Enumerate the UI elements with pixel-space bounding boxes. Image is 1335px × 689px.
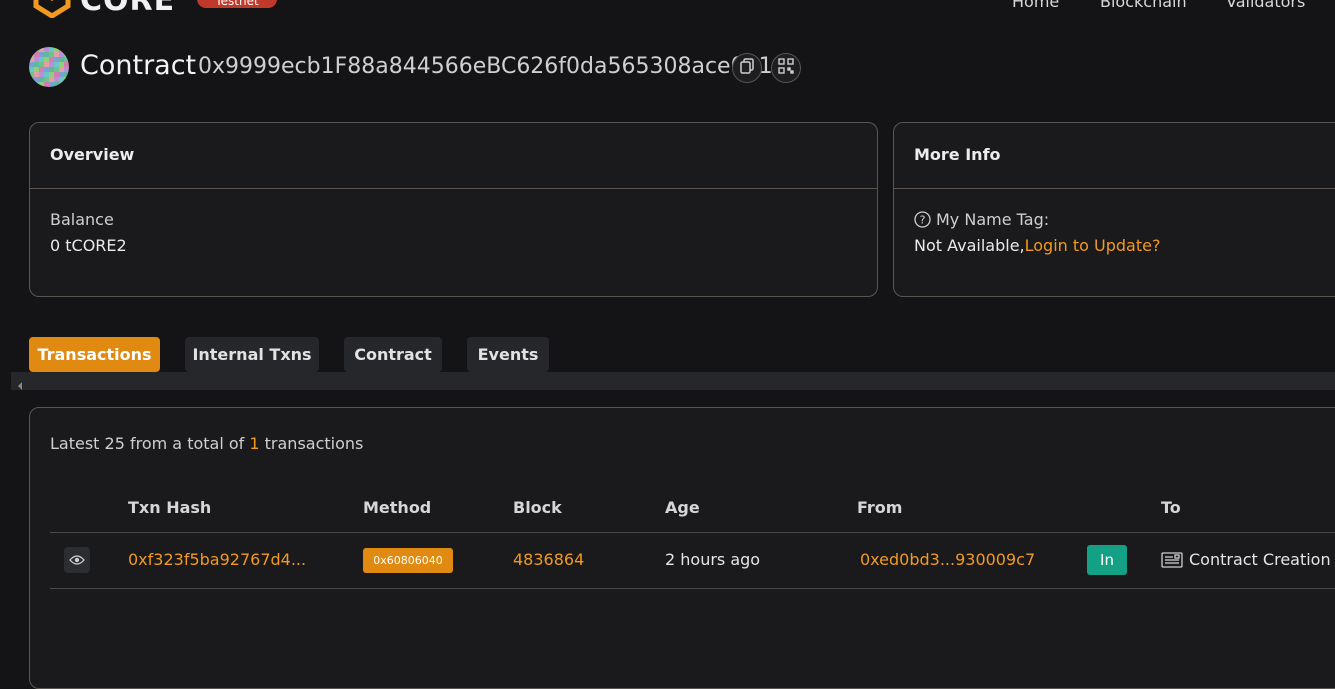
summary-suffix: transactions xyxy=(259,434,364,453)
header-txn-hash: Txn Hash xyxy=(128,498,212,517)
svg-text:?: ? xyxy=(920,214,926,227)
block-link[interactable]: 4836864 xyxy=(513,550,584,570)
more-info-card: More Info ? My Name Tag: Not Available,L… xyxy=(893,122,1335,297)
core-logo-icon[interactable] xyxy=(32,0,72,19)
balance-value: 0 tCORE2 xyxy=(50,236,127,255)
overview-card: Overview Balance 0 tCORE2 xyxy=(29,122,878,297)
contract-address: 0x9999ecb1F88a844566eBC626f0da565308ace0… xyxy=(198,54,773,79)
name-tag-label: My Name Tag: xyxy=(936,210,1050,229)
row-divider xyxy=(50,588,1335,589)
eye-icon xyxy=(69,551,85,570)
qr-code-button[interactable] xyxy=(771,53,801,83)
balance-label: Balance xyxy=(50,210,114,229)
summary-count: 1 xyxy=(249,434,260,453)
tab-contract[interactable]: Contract xyxy=(344,337,442,372)
summary-prefix: Latest 25 from a total of xyxy=(50,434,250,453)
network-badge: Testnet xyxy=(197,0,277,8)
header-to: To xyxy=(1161,498,1181,517)
header-from: From xyxy=(857,498,903,517)
page-title: Contract xyxy=(80,50,197,81)
name-tag-row: ? My Name Tag: xyxy=(914,210,1049,229)
tab-events[interactable]: Events xyxy=(467,337,549,372)
contract-avatar xyxy=(29,47,69,87)
direction-badge: In xyxy=(1087,545,1127,575)
login-to-update-link[interactable]: Login to Update? xyxy=(1025,236,1161,255)
tab-internal-txns[interactable]: Internal Txns xyxy=(185,337,319,372)
logo-text[interactable]: CORE xyxy=(80,0,175,16)
header-method: Method xyxy=(363,498,432,517)
txn-hash-link[interactable]: 0xf323f5ba92767d4... xyxy=(128,550,306,570)
name-tag-value: Not Available,Login to Update? xyxy=(914,236,1160,255)
header-age: Age xyxy=(665,498,700,517)
tabs-scrollbar[interactable] xyxy=(11,372,1335,390)
question-circle-icon: ? xyxy=(914,211,931,228)
document-icon xyxy=(1161,552,1183,568)
scroll-left-arrow-icon[interactable] xyxy=(16,376,24,395)
more-info-title: More Info xyxy=(914,145,1001,164)
qr-code-icon xyxy=(778,58,794,78)
method-badge: 0x60806040 xyxy=(363,548,453,573)
nav-blockchain[interactable]: Blockchain xyxy=(1100,0,1187,11)
age-text: 2 hours ago xyxy=(665,550,761,569)
copy-address-button[interactable] xyxy=(732,53,762,83)
copy-icon xyxy=(740,58,754,78)
nav-validators[interactable]: Validators xyxy=(1226,0,1305,11)
view-details-button[interactable] xyxy=(64,547,90,573)
nav-home[interactable]: Home xyxy=(1012,0,1059,11)
not-available-text: Not Available, xyxy=(914,236,1025,255)
from-address-link[interactable]: 0xed0bd3...930009c7 xyxy=(860,550,1035,570)
overview-title: Overview xyxy=(50,145,135,164)
header-divider xyxy=(50,532,1335,533)
tab-transactions[interactable]: Transactions xyxy=(29,337,160,372)
header-block: Block xyxy=(513,498,562,517)
to-contract-creation[interactable]: Contract Creation xyxy=(1189,550,1331,570)
to-cell: Contract Creation xyxy=(1161,550,1331,570)
transactions-summary: Latest 25 from a total of 1 transactions xyxy=(50,434,363,453)
